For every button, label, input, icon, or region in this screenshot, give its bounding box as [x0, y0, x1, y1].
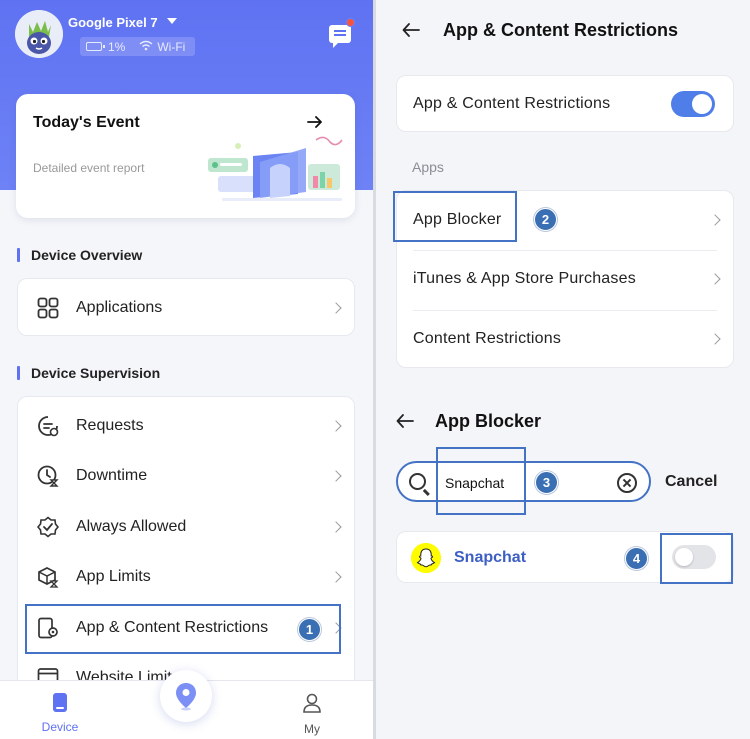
app-limit-icon: [38, 567, 59, 588]
event-card-subtitle: Detailed event report: [33, 161, 145, 175]
apps-section-label: Apps: [412, 159, 444, 175]
section-device-overview: Device Overview: [17, 247, 142, 263]
device-name[interactable]: Google Pixel 7: [68, 15, 158, 30]
battery-level: 1%: [108, 39, 126, 54]
step-badge-2: 2: [534, 208, 557, 231]
cancel-button[interactable]: Cancel: [665, 473, 717, 491]
menu-item-label: Content Restrictions: [413, 330, 562, 347]
step-badge-1: 1: [298, 618, 321, 641]
menu-item-always-allowed[interactable]: Always Allowed: [18, 502, 354, 552]
step-3-highlight: [436, 447, 526, 515]
check-shield-icon: [37, 516, 59, 538]
chevron-right-icon: [709, 333, 721, 345]
nav-tab-my[interactable]: My: [296, 693, 328, 736]
event-card-title: Today's Event: [33, 114, 140, 131]
chevron-right-icon: [330, 420, 342, 432]
overview-card: Applications: [17, 278, 355, 336]
menu-item-applications[interactable]: Applications: [18, 283, 354, 333]
chevron-right-icon: [330, 302, 342, 314]
menu-item-content-restrictions[interactable]: Content Restrictions: [397, 311, 733, 369]
grid-icon: [37, 297, 59, 319]
device-status: 1% Wi-Fi: [80, 37, 195, 56]
notification-dot: [346, 18, 355, 27]
step-1-highlight: [25, 604, 341, 654]
avatar[interactable]: [15, 10, 63, 58]
battery-icon: [86, 42, 105, 51]
page-title: App & Content Restrictions: [443, 20, 679, 40]
menu-item-label: Always Allowed: [76, 518, 187, 535]
app-name-snapchat: Snapchat: [454, 549, 527, 566]
message-icon[interactable]: [329, 25, 351, 48]
step-2-highlight: [393, 191, 517, 242]
chevron-right-icon: [709, 273, 721, 285]
clear-icon[interactable]: [617, 473, 637, 493]
step-badge-3: 3: [535, 471, 558, 494]
downtime-clock-icon: [37, 465, 59, 487]
wifi-icon: [139, 40, 153, 54]
device-switch-caret-icon[interactable]: [167, 18, 177, 24]
user-icon: [303, 693, 321, 713]
nav-location-button[interactable]: [160, 670, 212, 722]
restrictions-screen: App & Content Restrictions App & Content…: [376, 0, 750, 739]
todays-event-card[interactable]: Today's Event Detailed event report: [16, 94, 355, 218]
section-device-supervision: Device Supervision: [17, 365, 160, 381]
menu-item-downtime[interactable]: Downtime: [18, 451, 354, 501]
phone-icon: [53, 693, 67, 712]
menu-item-app-limits[interactable]: App Limits: [18, 552, 354, 602]
chevron-right-icon: [330, 470, 342, 482]
location-pin-icon: [176, 683, 196, 711]
back-arrow-icon[interactable]: [402, 23, 420, 37]
step-4-highlight: [660, 533, 733, 584]
nav-tab-device[interactable]: Device: [36, 693, 84, 734]
device-dashboard-screen: Google Pixel 7 1% Wi-Fi Today's Event De…: [0, 0, 373, 739]
event-illustration-icon: [208, 136, 343, 201]
chevron-right-icon: [709, 214, 721, 226]
menu-item-label: Applications: [76, 299, 163, 316]
snapchat-app-icon: [411, 543, 441, 573]
menu-item-itunes-purchases[interactable]: iTunes & App Store Purchases: [397, 251, 733, 310]
menu-item-requests[interactable]: Requests: [18, 401, 354, 451]
nav-tab-label: Device: [41, 720, 79, 734]
menu-item-label: iTunes & App Store Purchases: [413, 270, 636, 287]
step-badge-4: 4: [625, 547, 648, 570]
menu-item-label: Downtime: [76, 467, 148, 484]
nav-tab-label: My: [304, 722, 320, 736]
network-status: Wi-Fi: [157, 39, 186, 54]
request-icon: [38, 416, 59, 437]
menu-item-label: App Limits: [76, 568, 151, 585]
app-blocker-title: App Blocker: [435, 411, 542, 431]
menu-item-label: Requests: [76, 417, 144, 434]
master-toggle-card: App & Content Restrictions: [396, 75, 734, 132]
chevron-right-icon: [330, 571, 342, 583]
arrow-right-icon[interactable]: [305, 112, 325, 132]
back-arrow-icon[interactable]: [396, 414, 414, 428]
master-toggle-label: App & Content Restrictions: [413, 95, 611, 112]
chevron-right-icon: [330, 521, 342, 533]
restrictions-toggle[interactable]: [671, 91, 715, 117]
search-icon: [409, 473, 426, 490]
